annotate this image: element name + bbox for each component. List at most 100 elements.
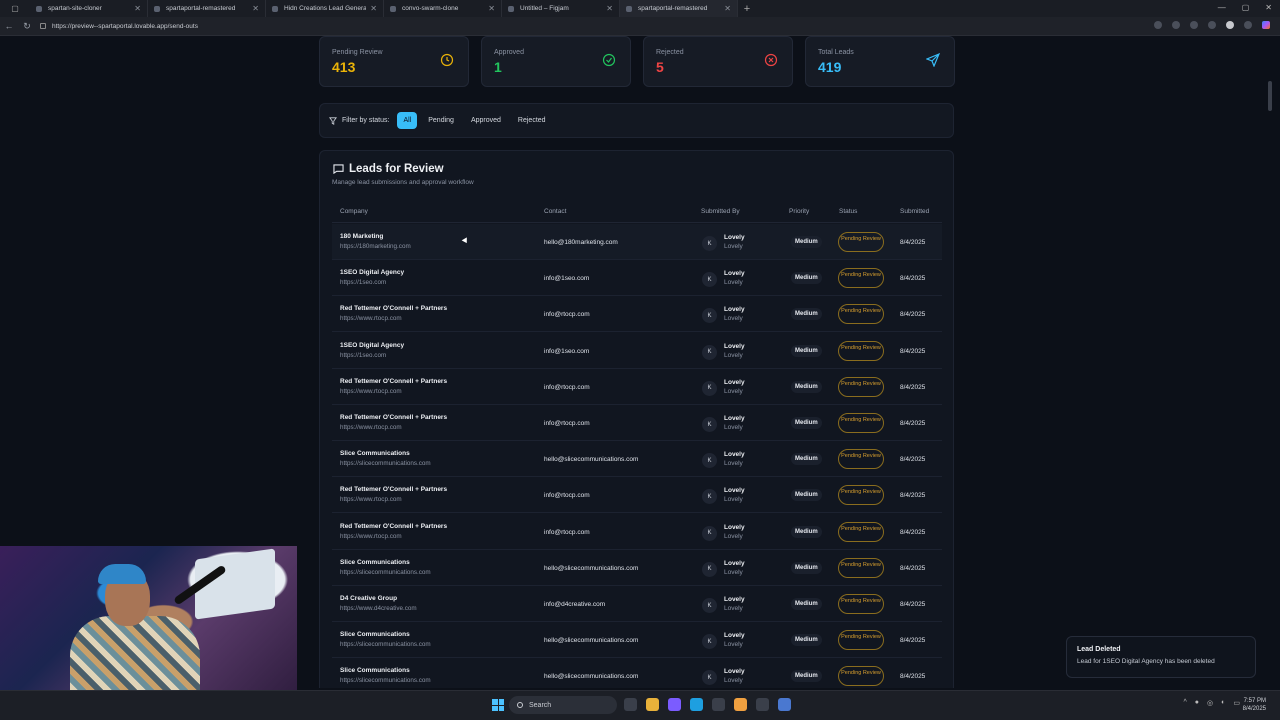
col-submitted[interactable]: Submitted <box>900 208 929 215</box>
browser-tab[interactable]: spartaportal-remastered ✕ <box>148 0 266 17</box>
submitted-date: 8/4/2025 <box>900 492 926 500</box>
tab-close-icon[interactable]: ✕ <box>488 4 495 13</box>
profile-avatar[interactable] <box>1226 21 1234 29</box>
favorites-icon[interactable] <box>1190 21 1198 29</box>
close-window-icon[interactable]: ✕ <box>1265 3 1272 12</box>
tray-app-icon[interactable]: ● <box>1195 699 1199 707</box>
tab-close-icon[interactable]: ✕ <box>606 4 613 13</box>
app-icon[interactable] <box>734 698 747 711</box>
company-url[interactable]: https://180marketing.com <box>340 243 411 250</box>
table-row[interactable]: 1SEO Digital Agency https://1seo.com info@… <box>332 333 942 369</box>
url-field[interactable]: https://preview--spartaportal.lovable.ap… <box>40 23 198 30</box>
terminal-icon[interactable] <box>756 698 769 711</box>
browser-tab[interactable]: Hidn Creations Lead Generator -✕ <box>266 0 384 17</box>
company-url[interactable]: https://www.d4creative.com <box>340 605 417 612</box>
contact-email[interactable]: info@1seo.com <box>544 348 589 355</box>
company-url[interactable]: https://1seo.com <box>340 279 404 286</box>
contact-email[interactable]: info@rtocp.com <box>544 311 590 318</box>
contact-email[interactable]: hello@slicecommunications.com <box>544 456 638 463</box>
start-button-icon[interactable] <box>492 699 504 711</box>
contact-email[interactable]: hello@slicecommunications.com <box>544 673 638 680</box>
filter-all-button[interactable]: All <box>397 112 418 129</box>
col-status[interactable]: Status <box>839 208 857 215</box>
contact-email[interactable]: info@1seo.com <box>544 275 589 282</box>
table-row[interactable]: 180 Marketing https://180marketing.com hel… <box>332 224 942 260</box>
copilot-icon[interactable] <box>1262 21 1270 29</box>
page-scrollbar[interactable] <box>1268 81 1272 111</box>
filter-pending-button[interactable]: Pending <box>422 112 460 129</box>
browser-app-icon[interactable] <box>778 698 791 711</box>
company-url[interactable]: https://slicecommunications.com <box>340 641 431 648</box>
network-icon[interactable]: ◎ <box>1207 699 1213 707</box>
battery-icon[interactable]: ▭ <box>1233 699 1240 707</box>
store-icon[interactable] <box>712 698 725 711</box>
new-tab-button[interactable]: + <box>738 3 756 15</box>
table-row[interactable]: Red Tettemer O'Connell + Partners https:/… <box>332 296 942 333</box>
contact-email[interactable]: info@rtocp.com <box>544 529 590 536</box>
collections-icon[interactable] <box>1208 21 1216 29</box>
edge-icon[interactable] <box>690 698 703 711</box>
tray-chevron-icon[interactable]: ^ <box>1184 699 1187 707</box>
filter-rejected-button[interactable]: Rejected <box>512 112 552 129</box>
table-row[interactable]: D4 Creative Group https://www.d4creative.… <box>332 586 942 622</box>
browser-tab[interactable]: spartaportal-remastered ✕ <box>620 0 738 17</box>
col-priority[interactable]: Priority <box>789 208 809 215</box>
copilot-app-icon[interactable] <box>668 698 681 711</box>
contact-email[interactable]: hello@slicecommunications.com <box>544 565 638 572</box>
table-row[interactable]: Slice Communications https://slicecommuni… <box>332 441 942 478</box>
company-url[interactable]: https://slicecommunications.com <box>340 460 431 467</box>
col-submitted-by[interactable]: Submitted By <box>701 208 740 215</box>
col-company[interactable]: Company <box>340 208 368 215</box>
back-icon[interactable]: ← <box>0 21 18 31</box>
filter-approved-button[interactable]: Approved <box>465 112 507 129</box>
window-menu-icon[interactable]: ▢ <box>0 0 30 17</box>
tab-close-icon[interactable]: ✕ <box>252 4 259 13</box>
table-row[interactable]: Red Tettemer O'Connell + Partners https:/… <box>332 514 942 550</box>
contact-email[interactable]: hello@180marketing.com <box>544 239 618 246</box>
browser-tab[interactable]: Untitled – Figjam ✕ <box>502 0 620 17</box>
volume-icon[interactable]: ◐ <box>1221 699 1225 707</box>
contact-email[interactable]: info@rtocp.com <box>544 492 590 499</box>
tab-close-icon[interactable]: ✕ <box>370 4 377 13</box>
table-row[interactable]: Red Tettemer O'Connell + Partners https:/… <box>332 369 942 405</box>
company-url[interactable]: https://1seo.com <box>340 352 404 359</box>
taskbar-clock[interactable]: 7:57 PM 8/4/2025 <box>1243 697 1266 713</box>
favorite-star-icon[interactable] <box>1154 21 1162 29</box>
contact-email[interactable]: info@d4creative.com <box>544 601 605 608</box>
taskbar-search[interactable]: Search <box>509 696 617 714</box>
table-row[interactable]: Red Tettemer O'Connell + Partners https:/… <box>332 405 942 441</box>
more-options-icon[interactable] <box>1244 21 1252 29</box>
table-row[interactable]: Slice Communications https://slicecommuni… <box>332 622 942 659</box>
contact-email[interactable]: info@rtocp.com <box>544 384 590 391</box>
company-url[interactable]: https://www.rtocp.com <box>340 388 447 395</box>
minimize-icon[interactable]: — <box>1218 3 1226 12</box>
submitter-name: Lovely <box>724 451 745 459</box>
toast-notification[interactable]: Lead Deleted Lead for 1SEO Digital Agenc… <box>1066 636 1256 678</box>
tab-close-icon[interactable]: ✕ <box>134 4 141 13</box>
extensions-icon[interactable] <box>1172 21 1180 29</box>
company-url[interactable]: https://www.rtocp.com <box>340 315 447 322</box>
file-explorer-icon[interactable] <box>646 698 659 711</box>
status-badge: Pending Review <box>838 557 884 578</box>
company-url[interactable]: https://www.rtocp.com <box>340 533 447 540</box>
table-row[interactable]: Slice Communications https://slicecommuni… <box>332 658 942 688</box>
company-url[interactable]: https://www.rtocp.com <box>340 496 447 503</box>
company-url[interactable]: https://slicecommunications.com <box>340 677 431 684</box>
browser-tab[interactable]: spartan-site-cloner ✕ <box>30 0 148 17</box>
tab-close-icon[interactable]: ✕ <box>724 4 731 13</box>
task-view-icon[interactable] <box>624 698 637 711</box>
browser-tab[interactable]: convo-swarm-clone ✕ <box>384 0 502 17</box>
table-row[interactable]: Red Tettemer O'Connell + Partners https:/… <box>332 477 942 514</box>
submitter-username: Lovely <box>724 387 743 395</box>
maximize-icon[interactable]: ▢ <box>1242 3 1250 12</box>
table-row[interactable]: Slice Communications https://slicecommuni… <box>332 550 942 586</box>
contact-email[interactable]: hello@slicecommunications.com <box>544 637 638 644</box>
company-url[interactable]: https://www.rtocp.com <box>340 424 447 431</box>
tab-title: spartan-site-cloner <box>48 5 102 12</box>
table-row[interactable]: 1SEO Digital Agency https://1seo.com info@… <box>332 260 942 297</box>
company-url[interactable]: https://slicecommunications.com <box>340 569 431 576</box>
contact-email[interactable]: info@rtocp.com <box>544 420 590 427</box>
company-cell: Slice Communications https://slicecommuni… <box>340 667 431 684</box>
col-contact[interactable]: Contact <box>544 208 566 215</box>
refresh-icon[interactable]: ↻ <box>18 21 36 32</box>
